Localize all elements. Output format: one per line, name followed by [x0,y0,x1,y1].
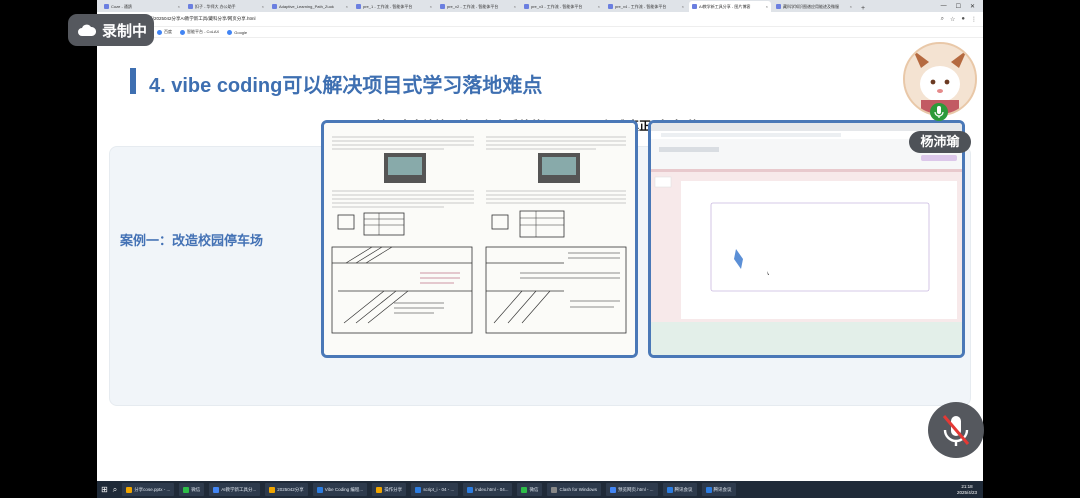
app-icon [666,486,673,493]
maximize-icon[interactable]: ☐ [956,3,961,10]
browser-tab[interactable]: 藏科学知识图谱应用能迹及微服 × [773,1,855,12]
microphone-muted-icon[interactable] [928,402,984,458]
tab-favicon-icon [524,4,529,9]
close-tab-icon[interactable]: × [850,4,852,9]
menu-icon[interactable]: ⋮ [971,16,977,23]
new-tab-button[interactable]: + [857,5,869,12]
close-tab-icon[interactable]: × [598,4,600,9]
taskbar-item[interactable]: 微信 [179,483,205,496]
taskbar-item[interactable]: Vibe Coding 编程... [312,483,368,496]
speaker-name: 杨沛瑜 [909,131,971,153]
web-app-screenshot [648,120,965,358]
taskbar-item[interactable]: 操作分享 [372,483,407,496]
close-tab-icon[interactable]: × [178,4,180,9]
app-icon [521,486,528,493]
window-controls: — ☐ ✕ [941,0,983,12]
profile-icon[interactable]: ● [961,16,965,22]
close-tab-icon[interactable]: × [346,4,348,9]
taskbar-item[interactable]: script_i - 04 - ... [411,483,459,496]
tab-favicon-icon [104,4,109,9]
url-input[interactable]: D:/分享/2025042分享AI教学新工具/藏科分享/网页分享.html [138,16,935,22]
recording-label: 录制中 [102,22,148,40]
address-bar: ← → ↻ D:/分享/2025042分享AI教学新工具/藏科分享/网页分享.h… [97,12,983,27]
taskbar-item[interactable]: 腾讯会议 [701,483,736,496]
tab-favicon-icon [188,4,193,9]
taskbar-item[interactable]: 分享cose.pptx - ... [122,483,175,496]
search-icon[interactable]: ⌕ [113,485,117,495]
tab-favicon-icon [440,4,445,9]
close-tab-icon[interactable]: × [766,4,768,9]
bookmark-item[interactable]: 百度 [157,29,172,35]
case-label: 案例一：改造校园停车场 [120,233,264,248]
app-icon [126,486,133,493]
microphone-icon [930,103,948,121]
bookmark-icon [227,29,233,35]
taskbar-item[interactable]: index.html - 04... [463,483,513,496]
taskbar-item[interactable]: AI教学新工具分... [209,483,261,496]
app-icon [376,486,383,493]
browser-tab[interactable]: pre_1 - 工作流 - 智能体平台 × [353,1,435,12]
app-icon [609,486,616,493]
browser-tab[interactable]: 扣子 - 华师大 办公助手 × [185,1,267,12]
app-icon [183,486,190,493]
tab-favicon-icon [692,4,697,9]
browser-tab[interactable]: Coze - 通鹄 × [101,1,183,12]
tab-favicon-icon [776,4,781,9]
system-clock[interactable]: 21:18 2025/4/23 [957,484,983,495]
windows-start-icon[interactable]: ⊞ [101,485,108,494]
close-tab-icon[interactable]: × [682,4,684,9]
app-icon [213,486,220,493]
taskbar: ⊞ ⌕ 分享cose.pptx - ... 微信 AI教学新工具分... 202… [97,481,983,498]
taskbar-item[interactable]: 2025042分享 [265,483,308,496]
browser-tab[interactable]: Adaptive_Learning_Path_Zuok × [269,1,351,12]
worksheet-drawing [324,123,635,355]
app-icon [415,486,422,493]
browser-tab[interactable]: pre_v2 - 工作流 - 智能体平台 × [437,1,519,12]
browser-tab-active[interactable]: AI教学新工具分享 - 图片博客 × [689,1,771,12]
app-icon [269,486,276,493]
cloud-icon [78,24,96,36]
taskbar-item[interactable]: Clash for Windows [547,483,601,496]
title-accent-bar [130,68,136,94]
app-icon [316,486,323,493]
screen: Coze - 通鹄 × 扣子 - 华师大 办公助手 × Adaptive_Learn… [97,0,983,498]
taskbar-item[interactable]: 腾讯会议 [662,483,697,496]
close-tab-icon[interactable]: × [262,4,264,9]
web-app-drawing [651,123,962,355]
worksheet-image [321,120,638,358]
app-icon [551,486,558,493]
bookmark-icon [157,29,162,35]
search-icon[interactable]: ⌕ [941,16,944,23]
taskbar-item[interactable]: 微信 [517,483,543,496]
slide-title: 4. vibe coding可以解决项目式学习落地难点 [149,75,543,97]
tab-favicon-icon [356,4,361,9]
tab-favicon-icon [272,4,277,9]
close-tab-icon[interactable]: × [514,4,516,9]
browser-tab[interactable]: pre_v4 - 工作流 - 智能体平台 × [605,1,687,12]
app-icon [705,486,712,493]
bookmark-icon [180,29,185,35]
browser-tab[interactable]: pre_v3 - 工作流 - 智能体平台 × [521,1,603,12]
recording-badge[interactable]: 录制中 [68,14,154,46]
bookmark-item[interactable]: 智能平台 - CoLAX [180,29,219,35]
bookmark-item[interactable]: Google [227,29,247,35]
minimize-icon[interactable]: — [941,3,947,9]
taskbar-item[interactable]: 预览网页.html - ... [605,483,658,496]
app-icon [467,486,474,493]
close-window-icon[interactable]: ✕ [970,3,975,10]
star-icon[interactable]: ☆ [950,16,955,23]
close-tab-icon[interactable]: × [430,4,432,9]
tab-favicon-icon [608,4,613,9]
bookmarks-bar: 百度 智能平台 - CoLAX Google [97,27,983,38]
browser-tab-strip: Coze - 通鹄 × 扣子 - 华师大 办公助手 × Adaptive_Learn… [97,0,983,12]
